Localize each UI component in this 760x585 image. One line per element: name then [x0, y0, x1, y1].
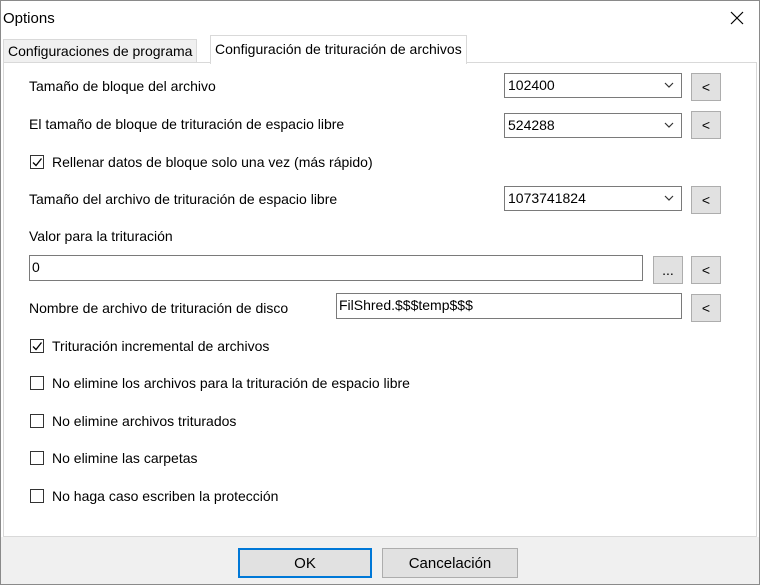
window-title: Options — [3, 10, 55, 27]
incremental-checkbox[interactable] — [30, 339, 44, 353]
fill-once-label: Rellenar datos de bloque solo una vez (m… — [52, 154, 373, 170]
shred-value-browse-button[interactable]: ... — [653, 256, 683, 284]
chevron-down-icon — [664, 82, 674, 88]
free-space-block-size-select[interactable]: 524288 — [504, 113, 682, 138]
free-space-file-size-label: Tamaño del archivo de trituración de esp… — [29, 191, 338, 207]
dialog-footer: OK Cancelación — [1, 537, 759, 584]
keep-folders-label: No elimine las carpetas — [52, 450, 198, 466]
cancel-button[interactable]: Cancelación — [382, 548, 518, 578]
tab-program-settings[interactable]: Configuraciones de programa — [3, 39, 198, 63]
disk-filename-label: Nombre de archivo de trituración de disc… — [29, 300, 289, 316]
incremental-label: Trituración incremental de archivos — [52, 338, 270, 354]
close-icon — [730, 11, 744, 25]
free-space-block-size-reset-button[interactable]: < — [691, 111, 721, 139]
options-dialog: Options Configuraciones de programa Conf… — [0, 0, 760, 585]
close-button[interactable] — [719, 3, 755, 33]
shredding-settings-panel: Tamaño de bloque del archivo 102400 < El… — [3, 62, 757, 537]
block-size-label: Tamaño de bloque del archivo — [29, 78, 216, 94]
shred-value-reset-button[interactable]: < — [691, 256, 721, 284]
free-space-file-size-reset-button[interactable]: < — [691, 186, 721, 214]
free-space-file-size-value: 1073741824 — [508, 190, 586, 206]
shred-value-label: Valor para la trituración — [29, 228, 173, 244]
keep-free-space-files-label: No elimine los archivos para la triturac… — [52, 375, 410, 391]
chevron-down-icon — [664, 122, 674, 128]
disk-filename-reset-button[interactable]: < — [691, 294, 721, 322]
keep-free-space-files-checkbox[interactable] — [30, 376, 44, 390]
chevron-down-icon — [664, 195, 674, 201]
fill-once-checkbox[interactable] — [30, 155, 44, 169]
keep-shredded-files-checkbox[interactable] — [30, 414, 44, 428]
checkmark-icon — [32, 342, 43, 351]
free-space-block-size-value: 524288 — [508, 117, 555, 133]
block-size-value: 102400 — [508, 77, 555, 93]
disk-filename-input[interactable]: FilShred.$$$temp$$$ — [336, 293, 682, 319]
tab-shredding-settings[interactable]: Configuración de trituración de archivos — [210, 35, 467, 64]
ok-button[interactable]: OK — [238, 548, 372, 578]
ignore-write-protection-checkbox[interactable] — [30, 489, 44, 503]
tab-strip: Configuraciones de programa Configuració… — [1, 35, 759, 64]
free-space-file-size-select[interactable]: 1073741824 — [504, 186, 682, 211]
block-size-reset-button[interactable]: < — [691, 73, 721, 101]
checkmark-icon — [32, 158, 43, 167]
title-bar: Options — [1, 1, 759, 35]
keep-folders-checkbox[interactable] — [30, 451, 44, 465]
shred-value-input[interactable]: 0 — [29, 255, 643, 281]
ignore-write-protection-label: No haga caso escriben la protección — [52, 488, 279, 504]
keep-shredded-files-label: No elimine archivos triturados — [52, 413, 237, 429]
free-space-block-size-label: El tamaño de bloque de trituración de es… — [29, 116, 345, 132]
block-size-select[interactable]: 102400 — [504, 73, 682, 98]
